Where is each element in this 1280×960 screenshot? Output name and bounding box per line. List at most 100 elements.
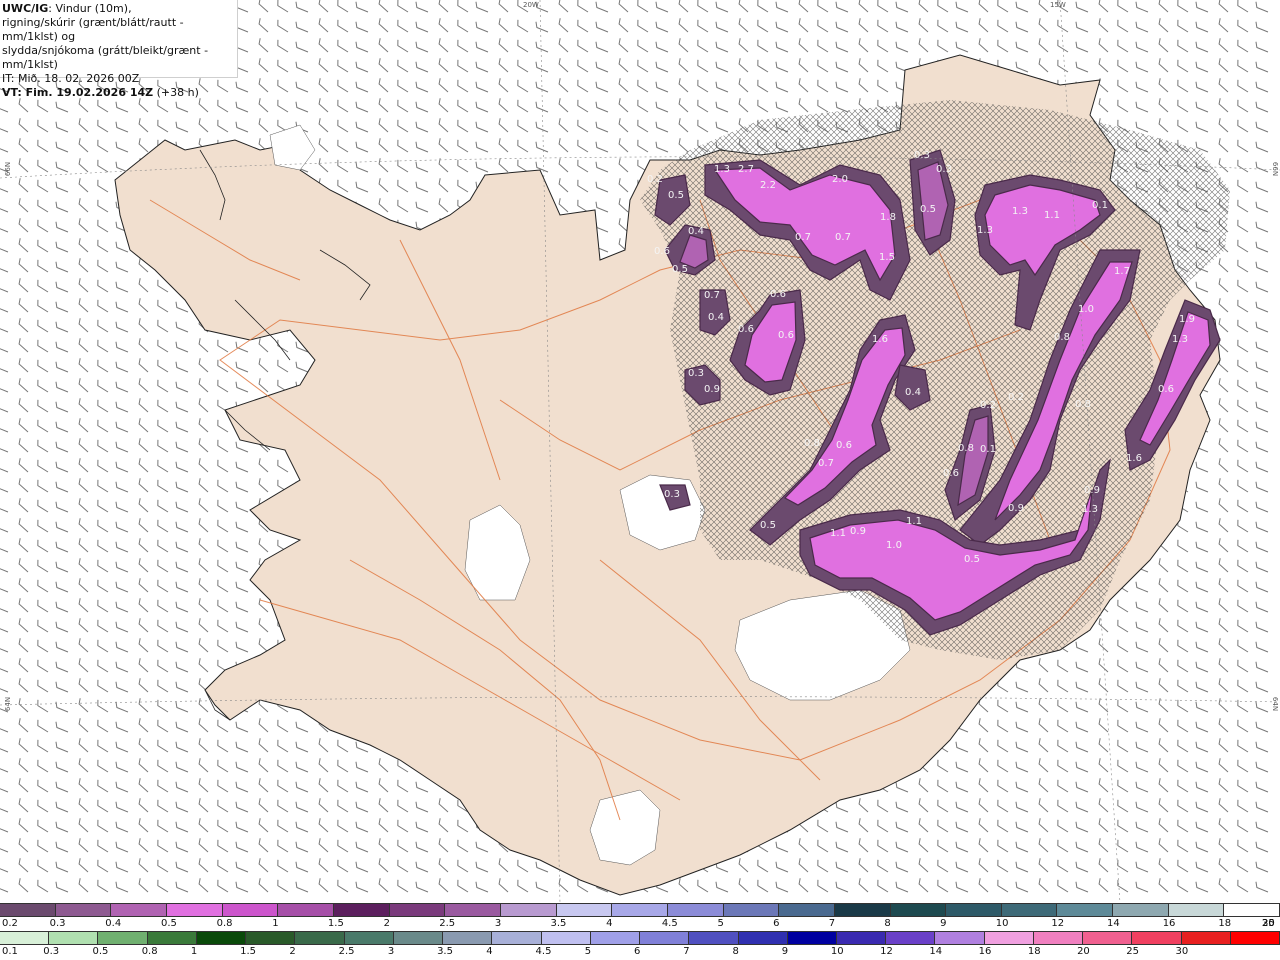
rain-legend-label: 4 [486,946,493,957]
precip-value-label: 0.2 [647,174,663,185]
precip-value-label: 0.3 [936,164,952,175]
snow-legend-label: 16 [1162,918,1176,929]
rain-legend-label: 30 [1175,946,1189,957]
precip-value-label: 0.7 [704,290,720,301]
precip-value-label: 0.9 [1084,485,1100,496]
rain-legend-label: 3 [387,946,395,957]
snow-legend-label: 30 [1262,918,1275,929]
rain-legend-label: 6 [634,946,641,957]
snow-legend-swatch [389,904,446,916]
rain-legend-label: 1.5 [240,946,257,957]
snow-legend-label: 4 [606,918,613,929]
snow-legend-label: 0.2 [2,918,18,929]
lat-label-66n-left: 66N [4,161,13,177]
snow-legend-swatch [612,904,668,916]
rain-legend-swatch [1230,932,1280,944]
precip-value-label: 1.7 [1114,266,1130,277]
valid-time-lead: (+38 h) [153,86,199,99]
precip-value-label: 0.4 [708,312,724,323]
snow-legend-label: 1 [272,918,279,929]
snow-legend-label: 8 [884,918,891,929]
precip-value-label: 0.2 [1008,392,1024,403]
rain-legend-label: 0.1 [2,946,18,957]
rain-legend-label: 2.5 [338,946,355,957]
rain-legend-swatch [393,932,444,944]
snow-legend-swatch [1001,904,1058,916]
title-line-1: UWC/IG: Vindur (10m), [2,2,237,16]
rain-legend-label: 1 [190,946,198,957]
precip-value-label: 1.1 [906,516,922,527]
snow-legend-label: 9 [940,918,947,929]
snow-legend-swatch [166,904,223,916]
lat-label-64n-left: 64N [4,696,13,712]
rain-legend-swatch [738,932,788,944]
precip-value-label: 1.3 [714,164,730,175]
precip-value-label: 0.8 [1054,332,1070,343]
snow-legend-swatch [667,904,724,916]
rain-legend-swatch [98,932,148,944]
rain-legend-swatch [935,932,985,944]
rain-legend-label: 2 [289,946,296,957]
precip-value-label: 1.6 [872,334,888,345]
snow-legend-swatch [723,904,780,916]
snow-legend-label: 4.5 [661,918,678,929]
snow-legend-swatch [222,904,279,916]
forecast-map: 1.3 2.7 2.2 2.0 0.3 0.3 0.2 0.5 1.8 0.5 1.3 1.1 0.1 1… [0,0,1280,903]
rain-legend-swatch [344,932,394,944]
precip-value-label: 0.3 [688,368,704,379]
snow-legend-swatch [1113,904,1169,916]
precip-value-label: 0.1 [1092,200,1108,211]
rain-legend-swatch [147,932,197,944]
rain-legend-label: 9 [781,946,789,957]
rain-legend-swatch [886,932,936,944]
rain-legend-swatch [49,932,99,944]
model-name: UWC/IG [2,2,49,15]
lat-label-66n-right: 66N [1271,161,1280,177]
snow-legend-swatch [1168,904,1225,916]
valid-time-date: VT: Fim. 19.02.2026 14Z [2,86,154,99]
precip-value-label: 1.0 [886,540,902,551]
rain-legend-swatch [1033,932,1084,944]
precip-value-label: 0.6 [836,440,852,451]
rain-legend-swatch [1181,932,1231,944]
snow-legend-swatch [0,904,56,916]
rain-legend-swatch [787,932,837,944]
rain-legend-swatch [1132,932,1182,944]
precip-value-label: 0.5 [760,520,776,531]
precip-value-label: 0.2 [980,400,996,411]
precip-value-label: 0.4 [905,387,921,398]
title-box: UWC/IG: Vindur (10m), rigning/skúrir (gr… [0,0,238,99]
rain-legend-swatch [1083,932,1133,944]
precip-value-label: 1.6 [1126,453,1142,464]
rain-legend-swatch [246,932,296,944]
snow-legend-swatch [333,904,390,916]
precip-value-label: 0.9 [1008,503,1024,514]
snow-legend-label: 14 [1107,918,1120,929]
precip-value-label: 0.8 [958,443,974,454]
title-line-2: rigning/skúrir (grænt/blátt/rautt - mm/1… [2,16,184,43]
rain-legend-swatch [984,932,1034,944]
rain-legend-swatch [492,932,542,944]
rain-legend-label: 3.5 [437,946,453,957]
snow-legend-swatch [55,904,112,916]
precip-value-label: 2.7 [738,164,754,175]
precip-value-label: 0.8 [1075,399,1091,410]
snow-legend-swatches [0,903,1280,917]
rain-legend-label: 10 [830,946,844,957]
rain-legend-swatch [640,932,690,944]
snow-legend-label: 3 [494,918,502,929]
precip-value-label: 1.8 [880,212,896,223]
rain-legend-swatches [0,931,1280,945]
rain-legend-label: 4.5 [535,946,552,957]
snow-legend-labels: 0.2 0.3 0.4 0.5 0.8 1 1.5 2 2.5 3 3.5 4 4.5 5 6 7 8 9 10 12… [0,917,1280,931]
rain-legend-label: 0.3 [43,946,60,957]
precip-value-label: 1.3 [1012,206,1028,217]
precip-value-label: 0.6 [770,289,786,300]
precip-value-label: 0.7 [795,232,811,243]
rain-legend-label: 18 [1027,946,1041,957]
rain-legend-swatch [0,932,50,944]
precip-value-label: 0.9 [704,384,720,395]
snow-legend-swatch [1224,904,1280,916]
rain-legend-swatch [689,932,739,944]
snow-legend-label: 0.8 [216,918,233,929]
